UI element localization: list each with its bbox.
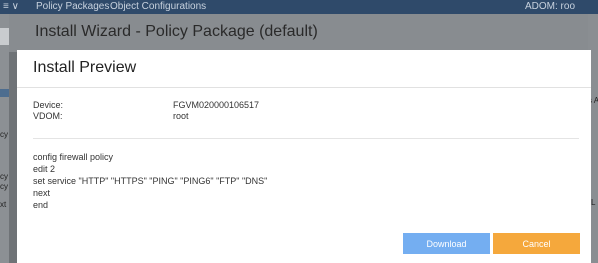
background-text-fragment: cy (0, 182, 8, 191)
background-text-fragment: cy (0, 172, 8, 181)
vdom-value: root (173, 111, 189, 121)
app-top-bar: ≡ ∨ Policy Packages Object Configuration… (0, 0, 598, 14)
adom-indicator[interactable]: ADOM: roo (525, 0, 575, 14)
tab-policy-packages[interactable]: Policy Packages (36, 0, 109, 14)
download-button[interactable]: Download (403, 233, 490, 254)
dialog-title: Install Preview (33, 59, 137, 76)
menu-toggle-icon[interactable]: ≡ ∨ (3, 0, 19, 14)
wizard-title-bar: Install Wizard - Policy Package (default… (9, 14, 588, 52)
background-text-fragment: L (591, 198, 596, 207)
cli-line: next (33, 188, 51, 198)
install-icon (0, 28, 9, 45)
device-label: Device: (33, 100, 64, 110)
cli-line: config firewall policy (33, 152, 114, 162)
background-text-fragment: xt (0, 200, 7, 209)
cli-line: edit 2 (33, 164, 56, 174)
background-text-fragment: cy (0, 130, 8, 139)
dialog-header: Install Preview (17, 50, 591, 88)
tab-object-configurations[interactable]: Object Configurations (110, 0, 206, 14)
device-value: FGVM020000106517 (173, 100, 260, 110)
vdom-label: VDOM: (33, 111, 63, 121)
install-preview-dialog: Install Preview Device: FGVM020000106517… (17, 50, 591, 263)
background-highlight-row (0, 89, 9, 97)
divider (33, 138, 579, 139)
cli-line: set service "HTTP" "HTTPS" "PING" "PING6… (33, 176, 268, 186)
cancel-button[interactable]: Cancel (493, 233, 580, 254)
wizard-title: Install Wizard - Policy Package (default… (35, 23, 318, 40)
cli-line: end (33, 200, 49, 210)
